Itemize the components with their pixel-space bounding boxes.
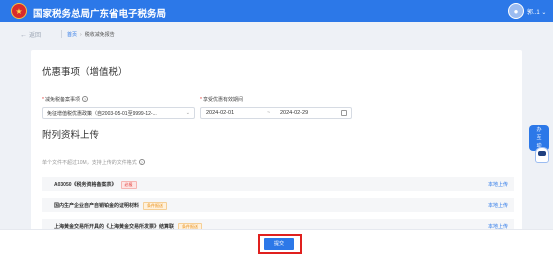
section-title-attachments: 附列资料上传 (42, 130, 100, 141)
site-title[interactable]: 国家税务总局广东省电子税务局 (33, 6, 166, 20)
assistant-widget[interactable]: 办 互 动 (529, 125, 553, 167)
required-mark: * (42, 97, 44, 103)
user-menu[interactable]: 郭..1 ⌄ (527, 7, 546, 16)
section-title-preferential: 优惠事项（增值税） (42, 67, 128, 78)
arrow-left-icon: ← (20, 32, 27, 39)
back-button[interactable]: ← 返回 (20, 30, 41, 39)
breadcrumb: 首页 › 税收减免报告 (67, 31, 115, 38)
required-badge: 必报 (120, 181, 137, 189)
preferential-item-select[interactable]: 免征增值税优惠政策（自2003-05-01至9999-12-... ⌄ (42, 107, 195, 119)
divider (61, 30, 62, 38)
robot-icon[interactable] (535, 147, 549, 163)
attachment-name: 国内生产企业自产自销铂金的证明材料 条件报送 (54, 202, 168, 210)
select-value: 免征增值税优惠政策（自2003-05-01至9999-12-... (47, 111, 157, 117)
date-range-picker[interactable]: 2024-02-01 ~ 2024-02-29 (200, 107, 352, 119)
user-avatar-icon[interactable]: ● (508, 3, 524, 19)
chevron-down-icon: ⌄ (185, 110, 190, 116)
item-field-label: *减免税备案事项? (42, 96, 88, 103)
assistant-text: 办 (536, 127, 542, 133)
help-icon[interactable]: ? (138, 159, 145, 165)
item-label-text: 减免税备案事项 (44, 97, 80, 103)
chevron-down-icon: ⌄ (541, 10, 547, 16)
date-end-input[interactable]: 2024-02-29 (280, 110, 308, 116)
period-label-text: 享受优惠有效期间 (202, 97, 243, 103)
calendar-icon[interactable] (341, 110, 347, 116)
user-name: 郭..1 (527, 10, 540, 16)
help-icon[interactable]: ? (81, 96, 88, 102)
assistant-text: 互 (536, 135, 542, 141)
breadcrumb-bar: ← 返回 首页 › 税收减免报告 (0, 27, 553, 41)
breadcrumb-current: 税收减免报告 (84, 32, 115, 38)
back-label: 返回 (29, 33, 42, 39)
attachment-name: A03050《税务资格备案表》 必报 (54, 181, 137, 189)
breadcrumb-home[interactable]: 首页 (67, 32, 77, 38)
attachment-name-text: A03050《税务资格备案表》 (54, 182, 117, 188)
required-mark: * (200, 97, 202, 103)
attachment-row: A03050《税务资格备案表》 必报 本地上传 (42, 177, 514, 191)
local-upload-link[interactable]: 本地上传 (488, 202, 508, 209)
conditional-badge: 条件报送 (143, 202, 168, 210)
attachment-row: 国内生产企业自产自销铂金的证明材料 条件报送 本地上传 (42, 198, 514, 212)
local-upload-link[interactable]: 本地上传 (488, 181, 508, 188)
date-separator: ~ (267, 110, 271, 116)
national-emblem-icon: ★ (11, 3, 27, 19)
date-start-input[interactable]: 2024-02-01 (206, 110, 234, 116)
upload-hint: 单个文件不超过10M，支持上传的文件格式? (42, 159, 145, 166)
breadcrumb-separator: › (80, 32, 82, 38)
attachment-name-text: 国内生产企业自产自销铂金的证明材料 (54, 203, 140, 209)
submit-button[interactable]: 提交 (264, 238, 294, 250)
upload-hint-text: 单个文件不超过10M，支持上传的文件格式 (42, 160, 137, 166)
period-field-label: *享受优惠有效期间 (200, 96, 243, 103)
